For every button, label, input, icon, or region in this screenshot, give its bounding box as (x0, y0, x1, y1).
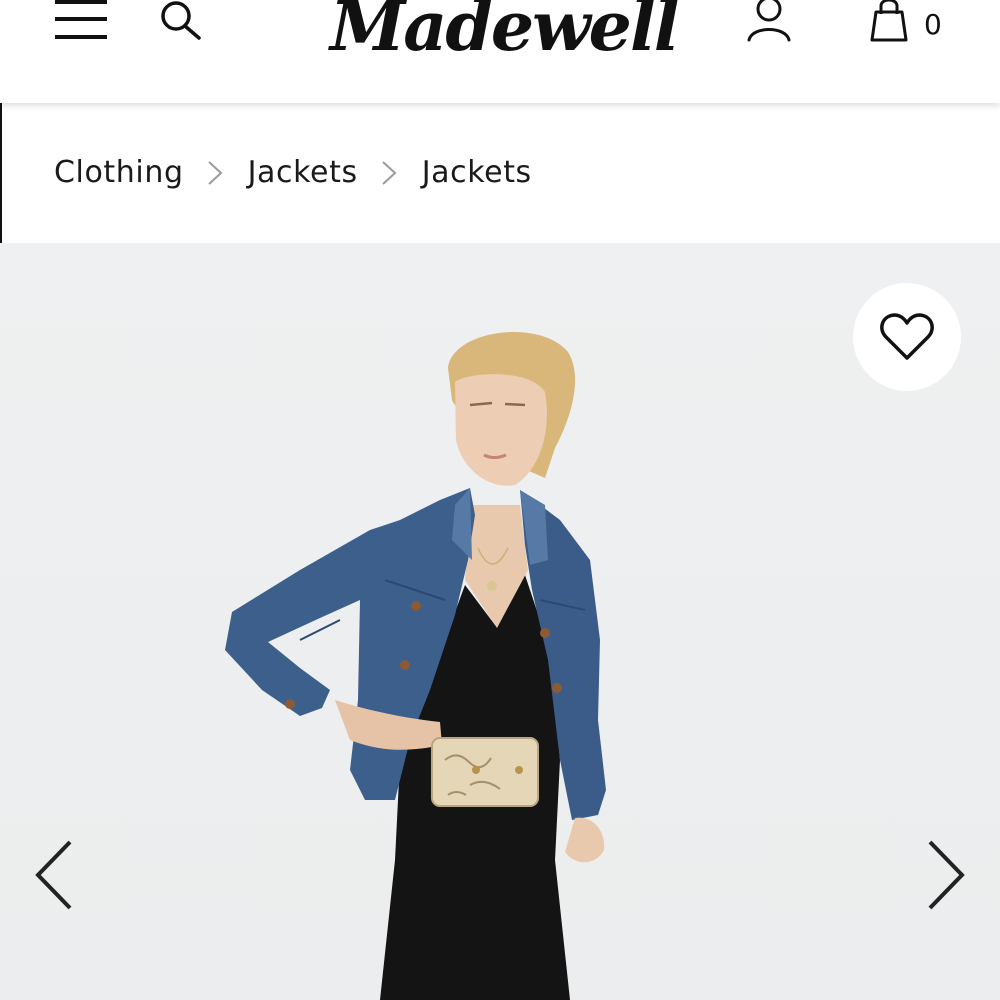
chevron-left-icon (35, 840, 72, 910)
breadcrumb-item-clothing[interactable]: Clothing (54, 155, 184, 190)
breadcrumb-item-jackets-current[interactable]: Jackets (422, 155, 532, 190)
chevron-right-icon (928, 840, 965, 910)
account-button[interactable] (744, 0, 794, 44)
chevron-right-icon (358, 157, 422, 187)
breadcrumb-item-jackets[interactable]: Jackets (248, 155, 358, 190)
search-button[interactable] (158, 0, 204, 42)
search-icon (161, 1, 201, 40)
menu-button[interactable] (53, 0, 109, 42)
account-icon (747, 0, 791, 42)
breadcrumb: Clothing Jackets Jackets (54, 150, 532, 194)
shopping-bag-icon (870, 0, 908, 42)
site-header: Madewell 0 (0, 0, 1000, 103)
product-image[interactable] (0, 243, 1000, 1000)
brand-logo[interactable]: Madewell (330, 0, 680, 72)
previous-image-button[interactable] (30, 838, 80, 912)
favorite-button[interactable] (853, 283, 961, 391)
menu-icon (55, 0, 107, 39)
bag-item-count: 0 (924, 8, 942, 41)
shopping-bag-button[interactable] (862, 0, 916, 46)
model-photo (225, 331, 606, 1000)
next-image-button[interactable] (920, 838, 970, 912)
heart-outline-icon (880, 313, 934, 360)
chevron-right-icon (184, 157, 248, 187)
